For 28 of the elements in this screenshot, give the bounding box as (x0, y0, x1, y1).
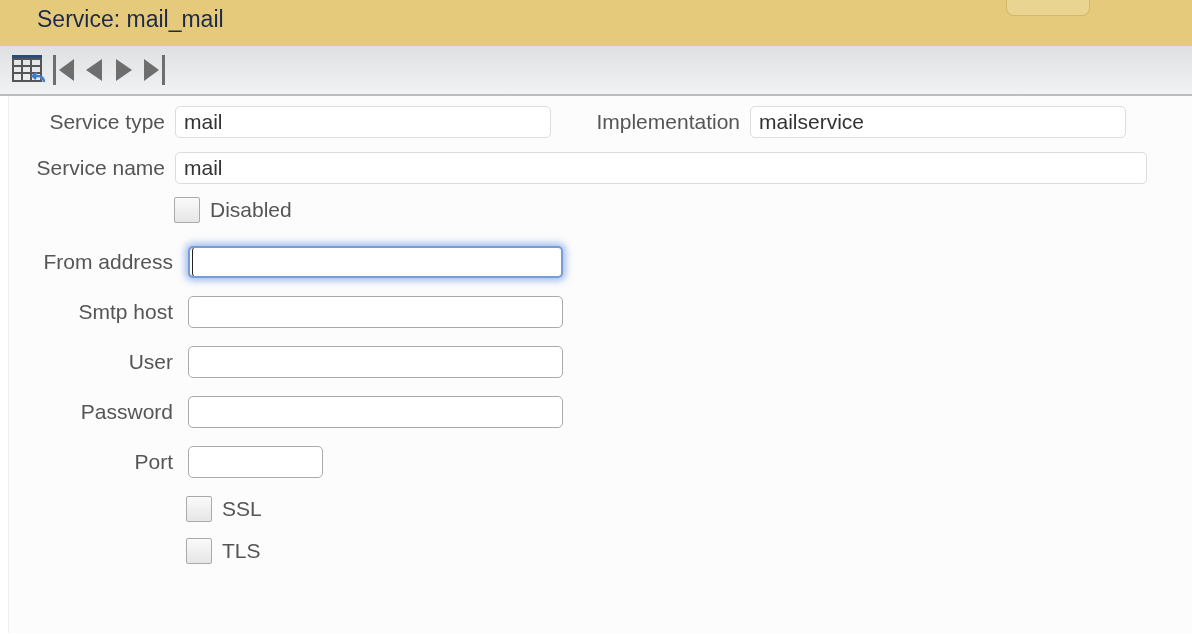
input-field[interactable]: mailservice (750, 106, 1126, 138)
input-field[interactable] (188, 446, 323, 478)
input-field[interactable] (188, 246, 563, 278)
checkbox[interactable] (174, 197, 200, 223)
header-tab[interactable] (1006, 0, 1090, 16)
input-field[interactable] (188, 346, 563, 378)
last-icon (142, 53, 166, 87)
checkbox[interactable] (186, 538, 212, 564)
input-field[interactable] (188, 396, 563, 428)
field-label: Port (133, 450, 173, 474)
checkbox-label: SSL (222, 497, 262, 521)
field-label: From address (42, 250, 173, 274)
field-label: Service type (48, 110, 165, 134)
field-label: User (127, 350, 173, 374)
last-button[interactable] (142, 53, 166, 87)
input-field[interactable] (188, 296, 563, 328)
input-field[interactable]: mail (175, 106, 551, 138)
page-title: Service: mail_mail (36, 5, 224, 33)
checkbox-label: TLS (222, 539, 261, 563)
field-label: Service name (35, 156, 165, 180)
field-label: Smtp host (77, 300, 173, 324)
input-field[interactable]: mail (175, 152, 1147, 184)
field-label: Password (79, 400, 173, 424)
checkbox[interactable] (186, 496, 212, 522)
field-label: Implementation (595, 110, 740, 134)
first-icon (52, 53, 76, 87)
first-button[interactable] (52, 53, 76, 87)
checkbox-label: Disabled (210, 198, 292, 222)
